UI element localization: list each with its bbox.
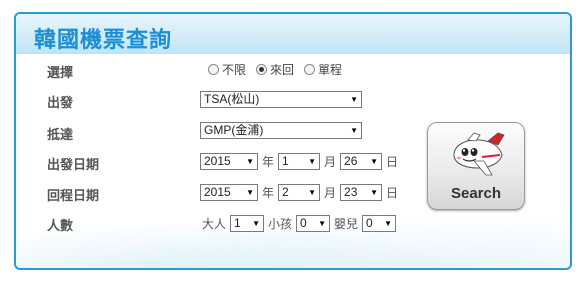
day-unit: 日: [386, 155, 399, 169]
radio-oneway-label: 單程: [318, 63, 343, 77]
dropdown-arrow-icon: ▼: [350, 126, 358, 135]
adult-select[interactable]: 1 ▼: [230, 215, 265, 232]
return-year-value: 2015: [204, 185, 231, 199]
dropdown-arrow-icon: ▼: [350, 95, 358, 104]
arrival-value: GMP(金浦): [204, 123, 264, 137]
depart-year-value: 2015: [204, 154, 231, 168]
arrival-select[interactable]: GMP(金浦) ▼: [200, 122, 362, 139]
depart-month-select[interactable]: 1 ▼: [278, 153, 321, 170]
adult-value: 1: [234, 216, 241, 230]
departure-select-wrap: TSA(松山) ▼: [200, 91, 362, 108]
return-year-select[interactable]: 2015 ▼: [200, 184, 258, 201]
passengers-label: 人數: [47, 219, 74, 234]
search-button-label: Search: [450, 185, 502, 202]
trip-type-group: 不限 來回 單程: [208, 61, 352, 78]
adult-label: 大人: [202, 217, 227, 231]
radio-any[interactable]: [208, 64, 219, 75]
dropdown-arrow-icon: ▼: [370, 157, 379, 166]
return-month-select[interactable]: 2 ▼: [278, 184, 321, 201]
radio-roundtrip[interactable]: [256, 64, 268, 75]
depart-day-value: 26: [344, 154, 358, 168]
infant-value: 0: [366, 216, 373, 230]
depart-month-value: 1: [282, 154, 289, 168]
dropdown-arrow-icon: ▼: [318, 219, 327, 228]
dropdown-arrow-icon: ▼: [384, 219, 393, 228]
arrival-select-wrap: GMP(金浦) ▼: [200, 122, 362, 139]
year-unit: 年: [262, 155, 275, 169]
return-day-select[interactable]: 23 ▼: [340, 184, 383, 201]
page-title: 韓國機票查詢: [34, 28, 173, 53]
airplane-mascot-icon: [453, 132, 505, 176]
year-unit: 年: [262, 186, 275, 200]
departure-select[interactable]: TSA(松山) ▼: [200, 91, 362, 108]
day-unit: 日: [386, 186, 399, 200]
month-unit: 月: [324, 155, 337, 169]
dropdown-arrow-icon: ▼: [252, 219, 261, 228]
background-wave: [16, 202, 570, 268]
infant-select[interactable]: 0 ▼: [362, 215, 397, 232]
dropdown-arrow-icon: ▼: [246, 157, 254, 166]
infant-label: 嬰兒: [334, 217, 359, 231]
depart-year-select[interactable]: 2015 ▼: [200, 153, 258, 170]
dropdown-arrow-icon: ▼: [246, 188, 254, 197]
depart-date-label: 出發日期: [47, 158, 100, 173]
depart-day-select[interactable]: 26 ▼: [340, 153, 383, 170]
child-value: 0: [300, 216, 307, 230]
trip-type-label: 選擇: [47, 66, 74, 81]
return-date-group: 2015 ▼ 年 2 ▼ 月 23 ▼ 日: [200, 184, 402, 201]
return-day-value: 23: [344, 185, 358, 199]
departure-label: 出發: [47, 96, 74, 111]
radio-roundtrip-label: 來回: [270, 63, 295, 77]
depart-date-group: 2015 ▼ 年 1 ▼ 月 26 ▼ 日: [200, 153, 402, 170]
arrival-label: 抵達: [47, 128, 74, 143]
return-date-label: 回程日期: [47, 189, 100, 204]
departure-value: TSA(松山): [204, 92, 260, 106]
child-select[interactable]: 0 ▼: [296, 215, 331, 232]
search-button[interactable]: Search: [427, 122, 525, 210]
dropdown-arrow-icon: ▼: [308, 157, 317, 166]
dropdown-arrow-icon: ▼: [308, 188, 317, 197]
month-unit: 月: [324, 186, 337, 200]
radio-oneway[interactable]: [304, 64, 316, 75]
child-label: 小孩: [268, 217, 293, 231]
radio-any-label: 不限: [222, 63, 247, 77]
passengers-group: 大人 1 ▼ 小孩 0 ▼ 嬰兒 0 ▼: [202, 215, 397, 232]
dropdown-arrow-icon: ▼: [370, 188, 379, 197]
return-month-value: 2: [282, 185, 289, 199]
